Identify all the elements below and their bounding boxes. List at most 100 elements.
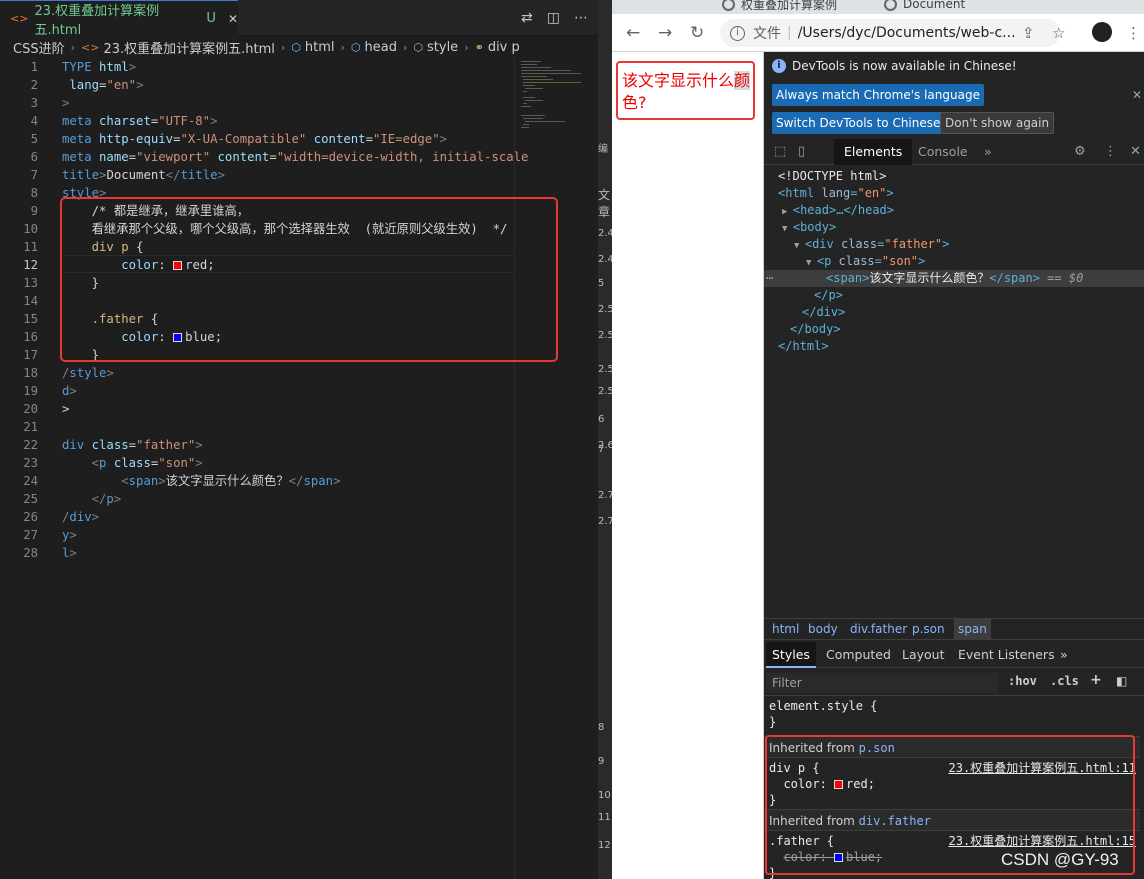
breadcrumb-style[interactable]: style: [427, 40, 458, 55]
code-line: 23 <p class="son">: [23, 456, 203, 470]
dom-node[interactable]: <!DOCTYPE html>: [764, 168, 1144, 185]
code-line: 21: [23, 420, 38, 434]
hov-button[interactable]: :hov: [1008, 674, 1037, 688]
ellipsis-icon: ⋯: [766, 271, 774, 285]
path-body[interactable]: body: [804, 619, 842, 639]
editor-tab[interactable]: <> 23.权重叠加计算案例五.html U ✕: [0, 0, 238, 38]
more-tabs-icon[interactable]: »: [974, 139, 1002, 165]
code-line: 28 l>: [23, 546, 77, 560]
switch-to-chinese-button[interactable]: Switch DevTools to Chinese: [772, 112, 945, 134]
breadcrumb-folder[interactable]: CSS进阶: [13, 38, 65, 57]
chevron-right-icon: ›: [464, 40, 469, 54]
collapse-arrow-icon: ▼: [806, 258, 817, 268]
forward-icon[interactable]: →: [658, 23, 672, 43]
globe-icon: [722, 0, 735, 11]
chevron-right-icon: ›: [340, 40, 345, 54]
browser-toolbar: ← → ↻ i 文件 | /Users/dyc/Documents/web-c.…: [612, 14, 1144, 52]
watermark: CSDN @GY-93: [1001, 850, 1119, 869]
inspect-element-icon[interactable]: ⬚: [774, 144, 786, 159]
kebab-menu-icon[interactable]: ⋮: [1104, 144, 1117, 159]
new-rule-icon[interactable]: +: [1090, 672, 1102, 688]
path-html[interactable]: html: [768, 619, 803, 639]
close-icon[interactable]: ✕: [228, 12, 238, 26]
code-line: 1 TYPE html>: [30, 60, 137, 74]
browser-window: 权重叠加计算案例 Document ← → ↻ i 文件 | /Users/dy…: [612, 0, 1144, 879]
dom-node[interactable]: ▶ <head>…</head>: [764, 202, 1144, 219]
split-editor-icon[interactable]: ◫: [547, 10, 560, 26]
language-notice: i DevTools is now available in Chinese! …: [764, 52, 1144, 136]
element-path-breadcrumb: html body div.father p.son span: [764, 618, 1144, 640]
info-icon[interactable]: i: [730, 25, 745, 41]
toggle-sidebar-icon[interactable]: ◧: [1116, 674, 1127, 688]
breadcrumb-file[interactable]: 23.权重叠加计算案例五.html: [103, 38, 274, 57]
html-file-icon: <>: [10, 12, 29, 25]
editor-tab-bar: <> 23.权重叠加计算案例五.html U ✕ ⇄ ◫ ⋯: [0, 0, 598, 38]
open-changes-icon[interactable]: ⇄: [521, 10, 533, 26]
code-line: 24 <span>该文字显示什么颜色？</span>: [23, 474, 341, 488]
tab-event-listeners[interactable]: Event Listeners: [952, 642, 1061, 668]
close-icon[interactable]: ✕: [1132, 88, 1142, 102]
profile-avatar[interactable]: [1092, 22, 1112, 42]
reload-icon[interactable]: ↻: [690, 23, 704, 43]
expand-arrow-icon: ▶: [782, 207, 793, 217]
menu-icon[interactable]: ⋮: [1126, 24, 1141, 42]
dom-node[interactable]: ▼ <div class="father">: [764, 236, 1144, 253]
tab-layout[interactable]: Layout: [896, 642, 951, 668]
styles-filter-input[interactable]: Filter: [766, 673, 998, 693]
dom-node[interactable]: </p>: [764, 287, 1144, 304]
chevron-right-icon: ›: [402, 40, 408, 54]
breadcrumb-html[interactable]: html: [305, 40, 335, 55]
code-line: 5 meta http-equiv="X-UA-Compatible" conte…: [30, 132, 448, 146]
minimap[interactable]: [514, 58, 598, 879]
browser-tab[interactable]: 权重叠加计算案例: [722, 0, 837, 14]
code-line: 22 div class="father">: [23, 438, 203, 452]
tab-console[interactable]: Console: [908, 139, 978, 165]
dom-node-selected[interactable]: ⋯ <span>该文字显示什么颜色？</span> == $0: [764, 270, 1144, 287]
dom-node[interactable]: </div>: [764, 304, 1144, 321]
close-devtools-icon[interactable]: ✕: [1130, 144, 1141, 159]
tab-elements[interactable]: Elements: [834, 139, 913, 165]
styles-tab-bar: Styles Computed Layout Event Listeners »: [764, 642, 1144, 668]
address-bar[interactable]: i 文件 | /Users/dyc/Documents/web-c...: [720, 19, 1060, 47]
code-line: 4 meta charset="UTF-8">: [30, 114, 218, 128]
gear-icon[interactable]: ⚙: [1074, 144, 1086, 159]
breadcrumb: CSS进阶 › <> 23.权重叠加计算案例五.html › ⬡ html › …: [0, 36, 598, 58]
share-icon[interactable]: ⇪: [1022, 24, 1035, 42]
browser-tab-active[interactable]: Document: [884, 0, 965, 14]
code-highlight-box: [60, 197, 558, 362]
breadcrumb-head[interactable]: head: [365, 40, 397, 55]
code-line: 20 >: [23, 402, 70, 416]
info-icon: i: [772, 59, 786, 73]
back-icon[interactable]: ←: [626, 23, 640, 43]
dom-node[interactable]: </html>: [764, 338, 1144, 355]
selector-icon: ⚭: [474, 40, 484, 54]
dont-show-again-button[interactable]: Don't show again: [940, 112, 1055, 134]
always-match-language-button[interactable]: Always match Chrome's language: [772, 84, 984, 106]
path-div-father[interactable]: div.father: [846, 619, 911, 639]
breadcrumb-selector[interactable]: div p: [488, 40, 520, 55]
path-span[interactable]: span: [954, 619, 991, 639]
devtools-tab-bar: ⬚ ▯ Elements Console » ⚙ ⋮ ✕: [764, 139, 1144, 165]
chevron-right-icon: ›: [280, 40, 286, 54]
dom-node[interactable]: ▼ <p class="son">: [764, 253, 1144, 270]
background-window-strip: 编 文章 2.4 2.4 5 2.5 2.5 2.5 2.5 6 2.6 7 2…: [598, 0, 612, 879]
code-editor[interactable]: <> 23.权重叠加计算案例五.html U ✕ ⇄ ◫ ⋯ CSS进阶 › <…: [0, 0, 598, 879]
element-cube-icon: ⬡: [291, 40, 301, 54]
dom-node[interactable]: </body>: [764, 321, 1144, 338]
more-tabs-icon[interactable]: »: [1054, 642, 1074, 668]
html-file-icon: <>: [81, 40, 100, 54]
globe-icon: [884, 0, 897, 11]
code-line: 19 d>: [23, 384, 77, 398]
element-cube-icon: ⬡: [413, 40, 423, 54]
tab-computed[interactable]: Computed: [820, 642, 897, 668]
tab-styles[interactable]: Styles: [766, 642, 816, 668]
cls-button[interactable]: .cls: [1050, 674, 1079, 688]
device-toolbar-icon[interactable]: ▯: [798, 144, 805, 159]
more-actions-icon[interactable]: ⋯: [574, 10, 588, 26]
path-p-son[interactable]: p.son: [908, 619, 949, 639]
url-text: /Users/dyc/Documents/web-c...: [797, 25, 1016, 41]
bookmark-star-icon[interactable]: ☆: [1052, 24, 1065, 42]
dom-node[interactable]: <html lang="en">: [764, 185, 1144, 202]
dom-node[interactable]: ▼ <body>: [764, 219, 1144, 236]
chevron-right-icon: ›: [70, 40, 75, 54]
